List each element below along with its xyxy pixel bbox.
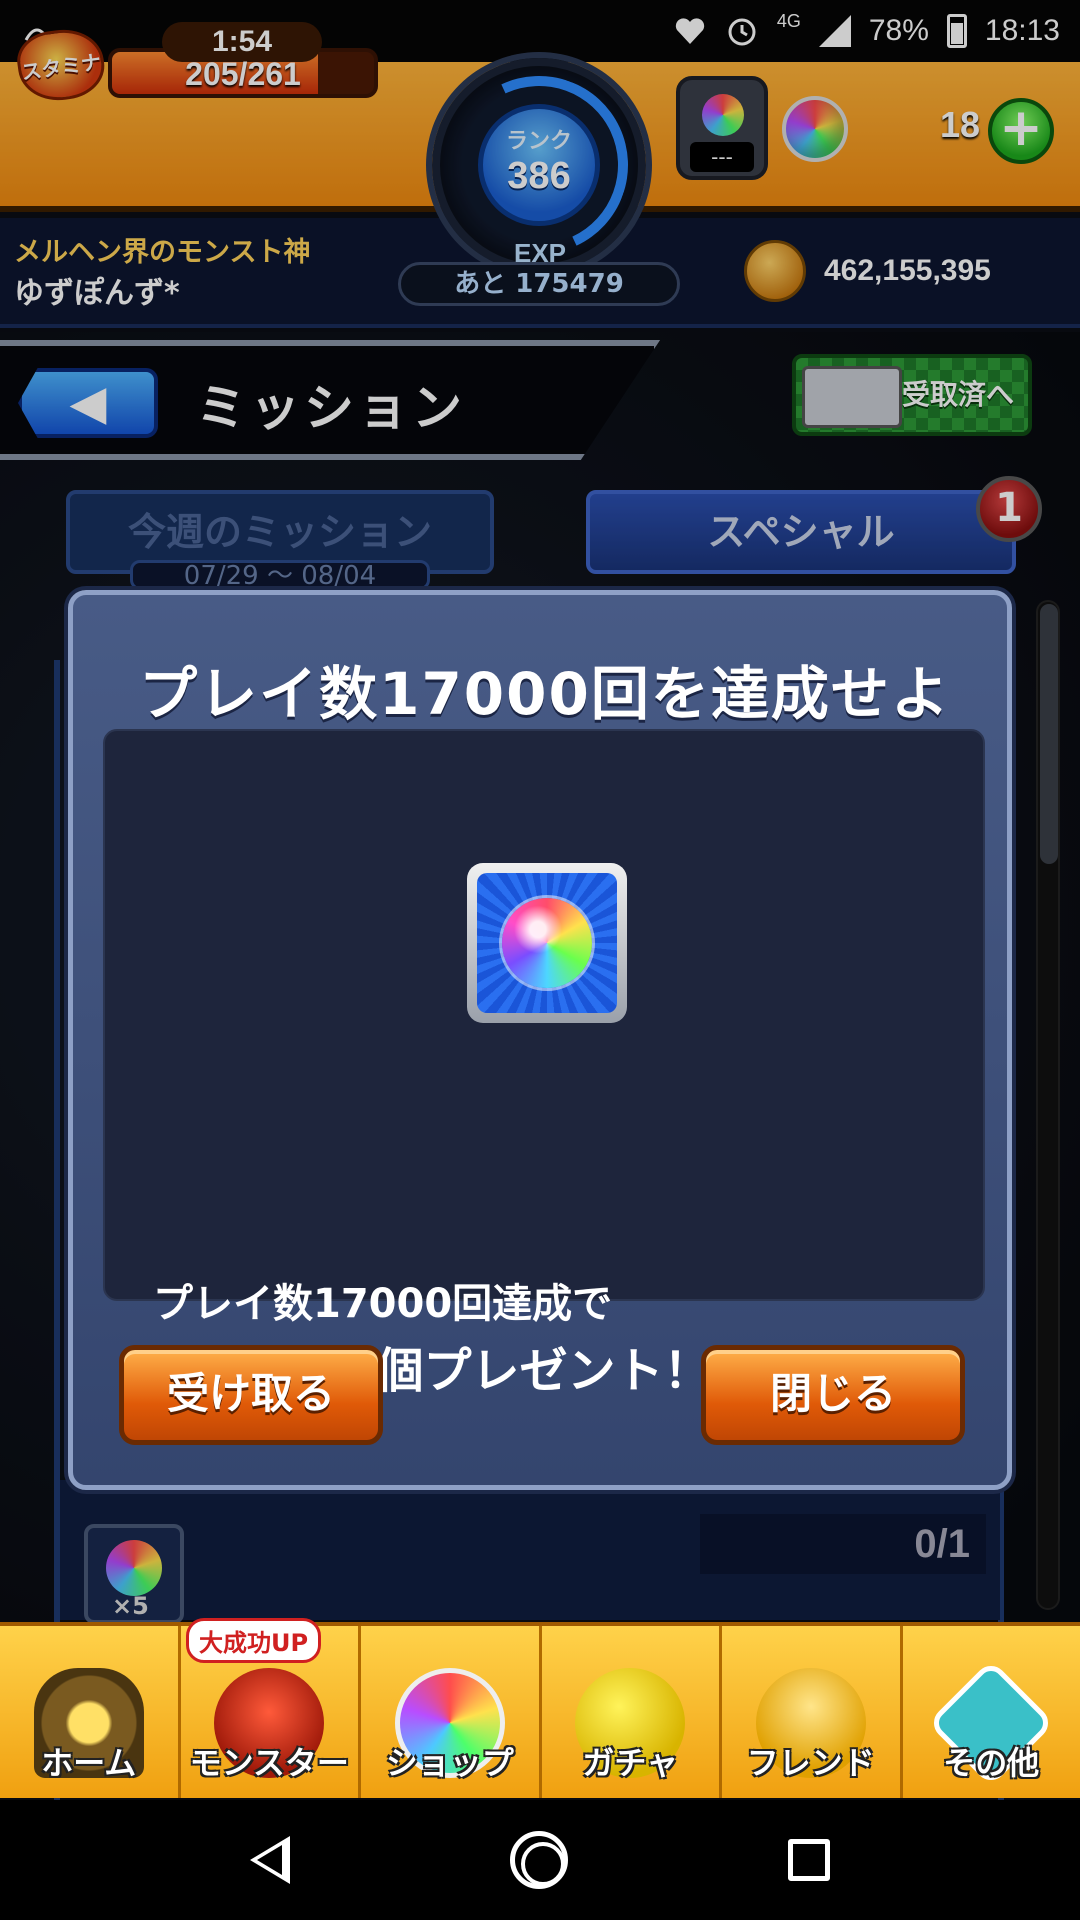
rainbow-orb-icon (502, 898, 592, 988)
close-button[interactable]: 閉じる (701, 1345, 965, 1445)
mission-detail-dialog: プレイ数17000回を達成せよ プレイ数17000回達成で オーブを1個プレゼン… (68, 590, 1012, 1490)
bottom-menu: ホーム モンスター ショップ ガチャ フレンド その他 (0, 1622, 1080, 1798)
menu-friend[interactable]: フレンド (722, 1626, 903, 1798)
menu-label: フレンド (746, 1744, 875, 1782)
menu-other[interactable]: その他 (903, 1626, 1080, 1798)
receive-button[interactable]: 受け取る (119, 1345, 383, 1445)
nav-home-icon[interactable] (510, 1831, 568, 1889)
menu-label: ホーム (41, 1744, 137, 1782)
menu-label: ガチャ (582, 1744, 679, 1782)
menu-label: ショップ (385, 1744, 514, 1782)
reward-item (467, 863, 627, 1023)
menu-shop[interactable]: ショップ (361, 1626, 542, 1798)
menu-label: モンスター (189, 1744, 349, 1782)
nav-recents-icon[interactable] (788, 1839, 830, 1881)
dialog-title: プレイ数17000回を達成せよ (139, 660, 951, 728)
dialog-body: プレイ数17000回達成で オーブを1個プレゼント！ (103, 729, 985, 1399)
menu-label: その他 (943, 1744, 1040, 1782)
menu-home[interactable]: ホーム (0, 1626, 181, 1798)
system-navbar (0, 1800, 1080, 1920)
nav-back-icon[interactable] (250, 1836, 290, 1884)
menu-gacha[interactable]: ガチャ (542, 1626, 722, 1798)
reward-tile (477, 873, 617, 1013)
reward-description-line1: プレイ数17000回達成で (153, 1281, 613, 1327)
success-up-badge: 大成功UP (186, 1618, 322, 1663)
